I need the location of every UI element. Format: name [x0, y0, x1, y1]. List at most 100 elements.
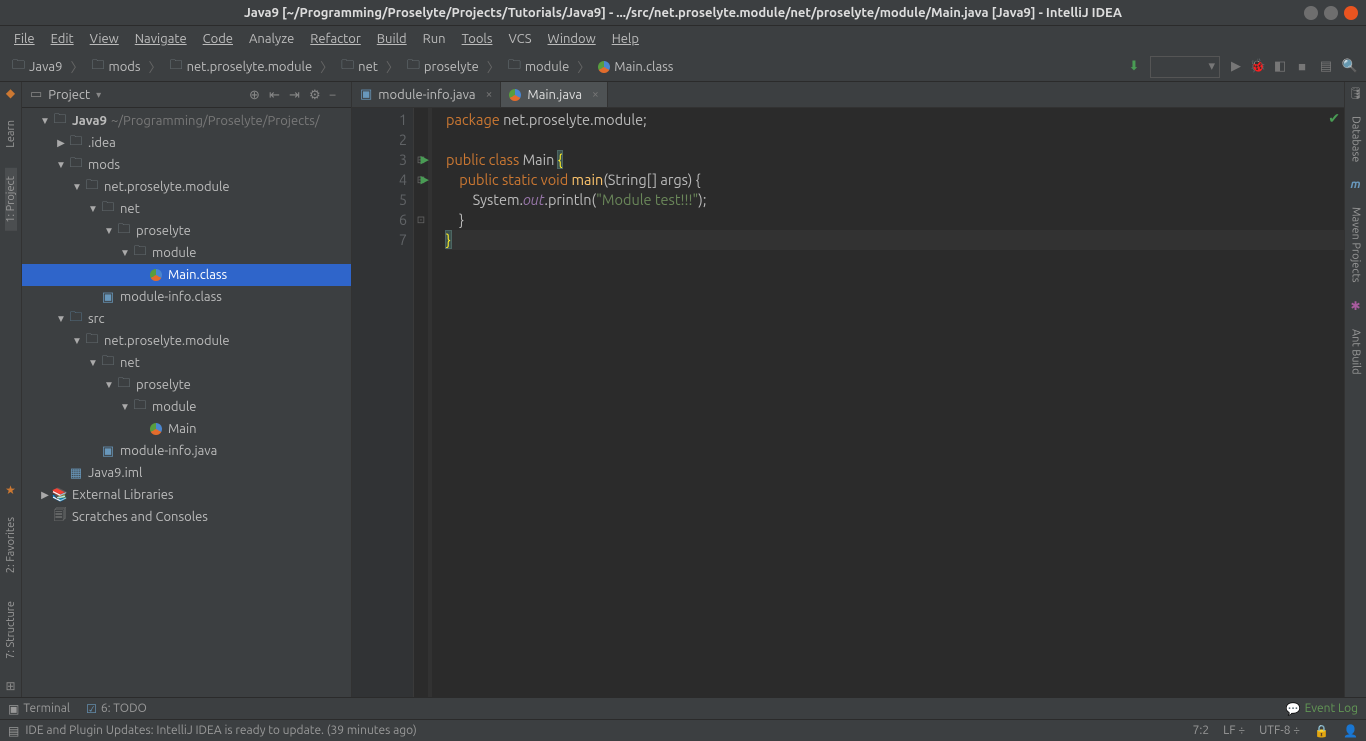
- hide-icon[interactable]: −: [329, 88, 343, 102]
- status-line-separator[interactable]: LF ÷: [1223, 724, 1245, 738]
- left-tool-favorites[interactable]: 2: Favorites: [5, 509, 17, 581]
- menu-navigate[interactable]: Navigate: [129, 30, 193, 48]
- bottom-event-log[interactable]: 💬Event Log: [1286, 702, 1358, 716]
- project-tree[interactable]: ▼🗀Java9~/Programming/Proselyte/Projects/…: [22, 108, 351, 697]
- tree-external-libs[interactable]: ▶📚External Libraries: [22, 484, 351, 506]
- run-gutter-icon[interactable]: ▶: [421, 170, 429, 190]
- lock-icon[interactable]: 🔒: [1314, 724, 1329, 738]
- tree-net[interactable]: ▼🗀net: [22, 198, 351, 220]
- tree-root[interactable]: ▼🗀Java9~/Programming/Proselyte/Projects/: [22, 110, 351, 132]
- chevron-down-icon[interactable]: ▾: [96, 89, 101, 101]
- status-position[interactable]: 7:2: [1193, 724, 1210, 738]
- editor-body[interactable]: 1 2 3▶ 4▶ 5 6 7 ⊟ ⊟ ⊡ ✔ package net.pros…: [352, 108, 1344, 697]
- tree-src[interactable]: ▼🗀src: [22, 308, 351, 330]
- menu-code[interactable]: Code: [197, 30, 239, 48]
- tree-src-net[interactable]: ▼🗀net: [22, 352, 351, 374]
- hector-icon[interactable]: 👤: [1343, 724, 1358, 738]
- menu-view[interactable]: View: [84, 30, 125, 48]
- inspection-ok-icon[interactable]: ✔: [1328, 110, 1340, 127]
- crumb-root[interactable]: 🗀Java9: [8, 54, 66, 80]
- editor-tab-main[interactable]: Main.java×: [501, 82, 607, 107]
- tree-module[interactable]: ▼🗀module: [22, 242, 351, 264]
- crumb-net[interactable]: 🗀net: [337, 54, 382, 80]
- status-encoding[interactable]: UTF-8 ÷: [1259, 724, 1300, 738]
- menu-vcs[interactable]: VCS: [502, 30, 537, 48]
- crumb-module[interactable]: 🗀net.proselyte.module: [166, 54, 317, 80]
- folder-icon: 🗀: [116, 220, 132, 242]
- menu-build[interactable]: Build: [371, 30, 413, 48]
- editor-tab-module-info[interactable]: ▣module-info.java×: [352, 82, 501, 107]
- crumb-file[interactable]: Main.class: [594, 58, 677, 76]
- status-message: IDE and Plugin Updates: IntelliJ IDEA is…: [25, 724, 416, 737]
- editor-area: ▣module-info.java× Main.java× 1 2 3▶ 4▶ …: [352, 82, 1344, 697]
- minimize-icon[interactable]: [1304, 6, 1318, 20]
- status-menu-icon[interactable]: ▤: [8, 724, 19, 738]
- project-panel-header: ▭ Project ▾ ⊕ ⇤ ⇥ ⚙ −: [22, 82, 351, 108]
- menu-edit[interactable]: Edit: [45, 30, 80, 48]
- search-icon[interactable]: 🔍: [1342, 59, 1358, 75]
- run-gutter-icon[interactable]: ▶: [421, 150, 429, 170]
- bottom-todo[interactable]: ☑6: TODO: [86, 702, 147, 716]
- menu-analyze[interactable]: Analyze: [243, 30, 300, 48]
- tree-src-module-dir[interactable]: ▼🗀module: [22, 396, 351, 418]
- folder-icon: 🗀: [341, 56, 354, 78]
- maximize-icon[interactable]: [1324, 6, 1338, 20]
- menu-file[interactable]: File: [8, 30, 41, 48]
- menu-run[interactable]: Run: [417, 30, 452, 48]
- tree-src-proselyte[interactable]: ▼🗀proselyte: [22, 374, 351, 396]
- stop-icon[interactable]: ■: [1294, 59, 1310, 75]
- close-tab-icon[interactable]: ×: [486, 88, 493, 101]
- tree-module-info-class[interactable]: ▣module-info.class: [22, 286, 351, 308]
- scratch-icon: 🗐: [52, 506, 68, 528]
- build-icon[interactable]: ⬇: [1126, 59, 1142, 75]
- project-view-icon: ▭: [30, 87, 42, 102]
- right-tool-maven[interactable]: Maven Projects: [1350, 199, 1362, 291]
- menu-refactor[interactable]: Refactor: [304, 30, 367, 48]
- left-tool-project[interactable]: 1: Project: [5, 168, 17, 231]
- tree-src-module[interactable]: ▼🗀net.proselyte.module: [22, 330, 351, 352]
- locate-icon[interactable]: ⊕: [249, 88, 263, 102]
- bottom-terminal[interactable]: ▣Terminal: [8, 702, 70, 716]
- folder-icon: 🗀: [12, 56, 25, 78]
- collapse-icon[interactable]: ⇤: [269, 88, 283, 102]
- editor-gutter[interactable]: 1 2 3▶ 4▶ 5 6 7: [352, 108, 414, 697]
- menu-tools[interactable]: Tools: [456, 30, 499, 48]
- tree-module-info-java[interactable]: ▣module-info.java: [22, 440, 351, 462]
- fold-column[interactable]: ⊟ ⊟ ⊡: [414, 108, 428, 697]
- tree-iml[interactable]: ▦Java9.iml: [22, 462, 351, 484]
- tree-main-class[interactable]: Main.class: [22, 264, 351, 286]
- learn-icon[interactable]: ◆: [6, 86, 15, 100]
- tree-idea[interactable]: ▶🗀.idea: [22, 132, 351, 154]
- tree-mods-module[interactable]: ▼🗀net.proselyte.module: [22, 176, 351, 198]
- coverage-icon[interactable]: ◧: [1272, 59, 1288, 75]
- left-tool-structure[interactable]: 7: Structure: [5, 593, 17, 667]
- project-structure-icon[interactable]: ▤: [1318, 59, 1334, 75]
- right-tool-database[interactable]: Database: [1350, 108, 1362, 170]
- gear-icon[interactable]: ⚙: [309, 88, 323, 102]
- right-tool-ant[interactable]: Ant Build: [1350, 321, 1362, 383]
- tree-main-java[interactable]: Main: [22, 418, 351, 440]
- folder-icon: 🗀: [100, 198, 116, 220]
- close-tab-icon[interactable]: ×: [592, 88, 599, 101]
- navigation-bar: 🗀Java9〉 🗀mods〉 🗀net.proselyte.module〉 🗀n…: [0, 52, 1366, 82]
- close-icon[interactable]: [1344, 6, 1358, 20]
- crumb-mods[interactable]: 🗀mods: [87, 54, 144, 80]
- debug-icon[interactable]: 🐞: [1250, 59, 1266, 75]
- crumb-module-dir[interactable]: 🗀module: [504, 54, 573, 80]
- left-tool-learn[interactable]: Learn: [5, 112, 17, 156]
- code-area[interactable]: ✔ package net.proselyte.module; public c…: [432, 108, 1344, 697]
- fold-end-icon[interactable]: ⊡: [414, 210, 428, 230]
- menu-help[interactable]: Help: [606, 30, 645, 48]
- menu-window[interactable]: Window: [542, 30, 602, 48]
- crumb-proselyte[interactable]: 🗀proselyte: [403, 54, 483, 80]
- folder-icon: 🗀: [170, 56, 183, 78]
- folder-icon: 🗀: [407, 56, 420, 78]
- tree-proselyte[interactable]: ▼🗀proselyte: [22, 220, 351, 242]
- run-config-dropdown[interactable]: ▾: [1150, 56, 1220, 78]
- tree-mods[interactable]: ▼🗀mods: [22, 154, 351, 176]
- folder-icon: 🗀: [84, 330, 100, 352]
- project-panel-title[interactable]: Project: [48, 88, 90, 102]
- run-icon[interactable]: ▶: [1228, 59, 1244, 75]
- expand-icon[interactable]: ⇥: [289, 88, 303, 102]
- tree-scratches[interactable]: 🗐Scratches and Consoles: [22, 506, 351, 528]
